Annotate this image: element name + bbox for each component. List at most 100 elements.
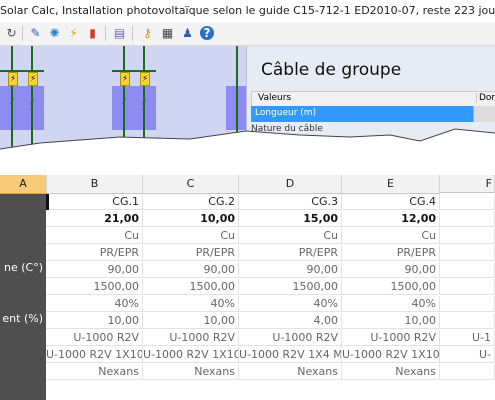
cell[interactable]: 10,00: [143, 211, 239, 227]
cell[interactable]: U-1000 R2V 1X10: [46, 347, 143, 363]
cell[interactable]: 1500,00: [143, 279, 239, 295]
cell[interactable]: 10,00: [342, 313, 440, 329]
cell[interactable]: 15,00: [239, 211, 342, 227]
column-header-f[interactable]: F: [440, 175, 495, 193]
column-header-c[interactable]: C: [143, 175, 239, 194]
toolbar: ↻ ✎ ✺ ⚡ ▮ ▤ ⚷ ▦ ♟ ?: [0, 22, 495, 46]
chart-icon[interactable]: ▮: [85, 26, 100, 41]
cell[interactable]: 90,00: [342, 262, 440, 278]
cell[interactable]: [440, 194, 495, 210]
fuse-icon[interactable]: ⚡: [28, 72, 38, 86]
row-labels: ne (C°) ent (%): [0, 194, 46, 400]
cell[interactable]: 12,00: [342, 211, 440, 227]
cell[interactable]: [440, 245, 495, 261]
cell[interactable]: 40%: [239, 296, 342, 312]
cell[interactable]: U-1000 R2V: [342, 330, 440, 346]
cell[interactable]: CG.3: [239, 194, 342, 210]
cell[interactable]: 1500,00: [239, 279, 342, 295]
cell[interactable]: PR/EPR: [46, 245, 143, 261]
string-block[interactable]: [0, 86, 44, 130]
cell[interactable]: PR/EPR: [143, 245, 239, 261]
property-row[interactable]: Nature du câble: [251, 124, 323, 134]
column-header-e[interactable]: E: [342, 175, 440, 194]
cell[interactable]: 40%: [143, 296, 239, 312]
cell[interactable]: U-1000 R2V 1X10: [342, 347, 440, 363]
cell[interactable]: [440, 279, 495, 295]
cell[interactable]: 90,00: [143, 262, 239, 278]
settings-icon[interactable]: ✺: [47, 26, 62, 41]
cell[interactable]: Nexans: [143, 364, 239, 380]
property-row-selected[interactable]: Longueur (m): [251, 106, 473, 122]
string-block[interactable]: [112, 86, 156, 130]
cell[interactable]: [440, 262, 495, 278]
cell[interactable]: Nexans: [46, 364, 143, 380]
fuse-icon[interactable]: ⚡: [120, 72, 130, 86]
cell[interactable]: Cu: [239, 228, 342, 244]
cell[interactable]: [440, 296, 495, 312]
cell[interactable]: [440, 211, 495, 227]
cell[interactable]: U-: [440, 347, 495, 363]
help-icon[interactable]: ?: [200, 26, 214, 40]
switch-icon: ⫽: [122, 98, 127, 108]
fuse-icon[interactable]: ⚡: [8, 72, 18, 86]
cell[interactable]: U-1: [440, 330, 495, 346]
cell[interactable]: 1500,00: [46, 279, 143, 295]
cell[interactable]: 21,00: [46, 211, 143, 227]
schematic-diagram[interactable]: ⚡ ⚡ ⫽ ⫽ ⚡ ⚡ ⫽ ⫽: [0, 46, 246, 156]
properties-grid-header: Valeurs Don: [251, 91, 495, 107]
switch-icon: ⫽: [30, 98, 35, 108]
cell[interactable]: U-1000 R2V: [46, 330, 143, 346]
calculator-icon[interactable]: ▦: [160, 26, 175, 41]
cell[interactable]: 90,00: [46, 262, 143, 278]
toolbar-separator: [22, 26, 23, 41]
cell[interactable]: 4,00: [239, 313, 342, 329]
row-label-percent: ent (%): [2, 312, 43, 325]
cell[interactable]: CG.2: [143, 194, 239, 210]
cell[interactable]: 90,00: [239, 262, 342, 278]
switch-icon: ⫽: [10, 98, 15, 108]
key-icon[interactable]: ⚷: [140, 26, 155, 41]
cell[interactable]: PR/EPR: [342, 245, 440, 261]
cell[interactable]: U-1000 R2V: [239, 330, 342, 346]
switch-icon: ⫽: [142, 98, 147, 108]
properties-panel: Câble de groupe Valeurs Don Longueur (m)…: [246, 46, 495, 156]
cell[interactable]: Cu: [342, 228, 440, 244]
toolbar-separator: [105, 26, 106, 41]
cell[interactable]: CG.1: [49, 194, 143, 210]
book-icon[interactable]: ▤: [112, 26, 127, 41]
row-label-temperature: ne (C°): [4, 261, 43, 274]
cell[interactable]: Nexans: [239, 364, 342, 380]
cell[interactable]: Cu: [46, 228, 143, 244]
cell[interactable]: U-1000 R2V: [143, 330, 239, 346]
cell[interactable]: [440, 313, 495, 329]
cell[interactable]: 1500,00: [342, 279, 440, 295]
spreadsheet[interactable]: A B C D E F ne (C°) ent (%) CG.1 CG.2 CG…: [0, 175, 495, 400]
column-header-d[interactable]: D: [239, 175, 342, 194]
refresh-icon[interactable]: ↻: [4, 26, 19, 41]
cell[interactable]: CG.4: [342, 194, 440, 210]
cell[interactable]: 10,00: [143, 313, 239, 329]
cell[interactable]: [440, 364, 495, 380]
cell[interactable]: Nexans: [342, 364, 440, 380]
cell[interactable]: Cu: [143, 228, 239, 244]
lightning-icon[interactable]: ⚡: [66, 26, 81, 41]
column-header-b[interactable]: B: [47, 175, 143, 194]
edit-icon[interactable]: ✎: [28, 26, 43, 41]
cell[interactable]: U-1000 R2V 1X4 M: [239, 347, 342, 363]
header-values: Valeurs: [258, 93, 292, 103]
bus-line: [236, 46, 238, 156]
fuse-icon[interactable]: ⚡: [140, 72, 150, 86]
toolbar-separator: [132, 26, 133, 41]
cell[interactable]: [440, 228, 495, 244]
cell[interactable]: PR/EPR: [239, 245, 342, 261]
column-header-a[interactable]: A: [0, 175, 47, 194]
user-icon[interactable]: ♟: [180, 26, 195, 41]
window-title: Solar Calc, Installation photovoltaïque …: [0, 4, 495, 17]
title-bar: Solar Calc, Installation photovoltaïque …: [0, 0, 495, 22]
cell[interactable]: 10,00: [46, 313, 143, 329]
property-value-field[interactable]: [473, 106, 495, 122]
cell[interactable]: 40%: [342, 296, 440, 312]
property-label: Longueur (m): [255, 108, 317, 118]
cell[interactable]: U-1000 R2V 1X10: [143, 347, 239, 363]
cell[interactable]: 40%: [46, 296, 143, 312]
